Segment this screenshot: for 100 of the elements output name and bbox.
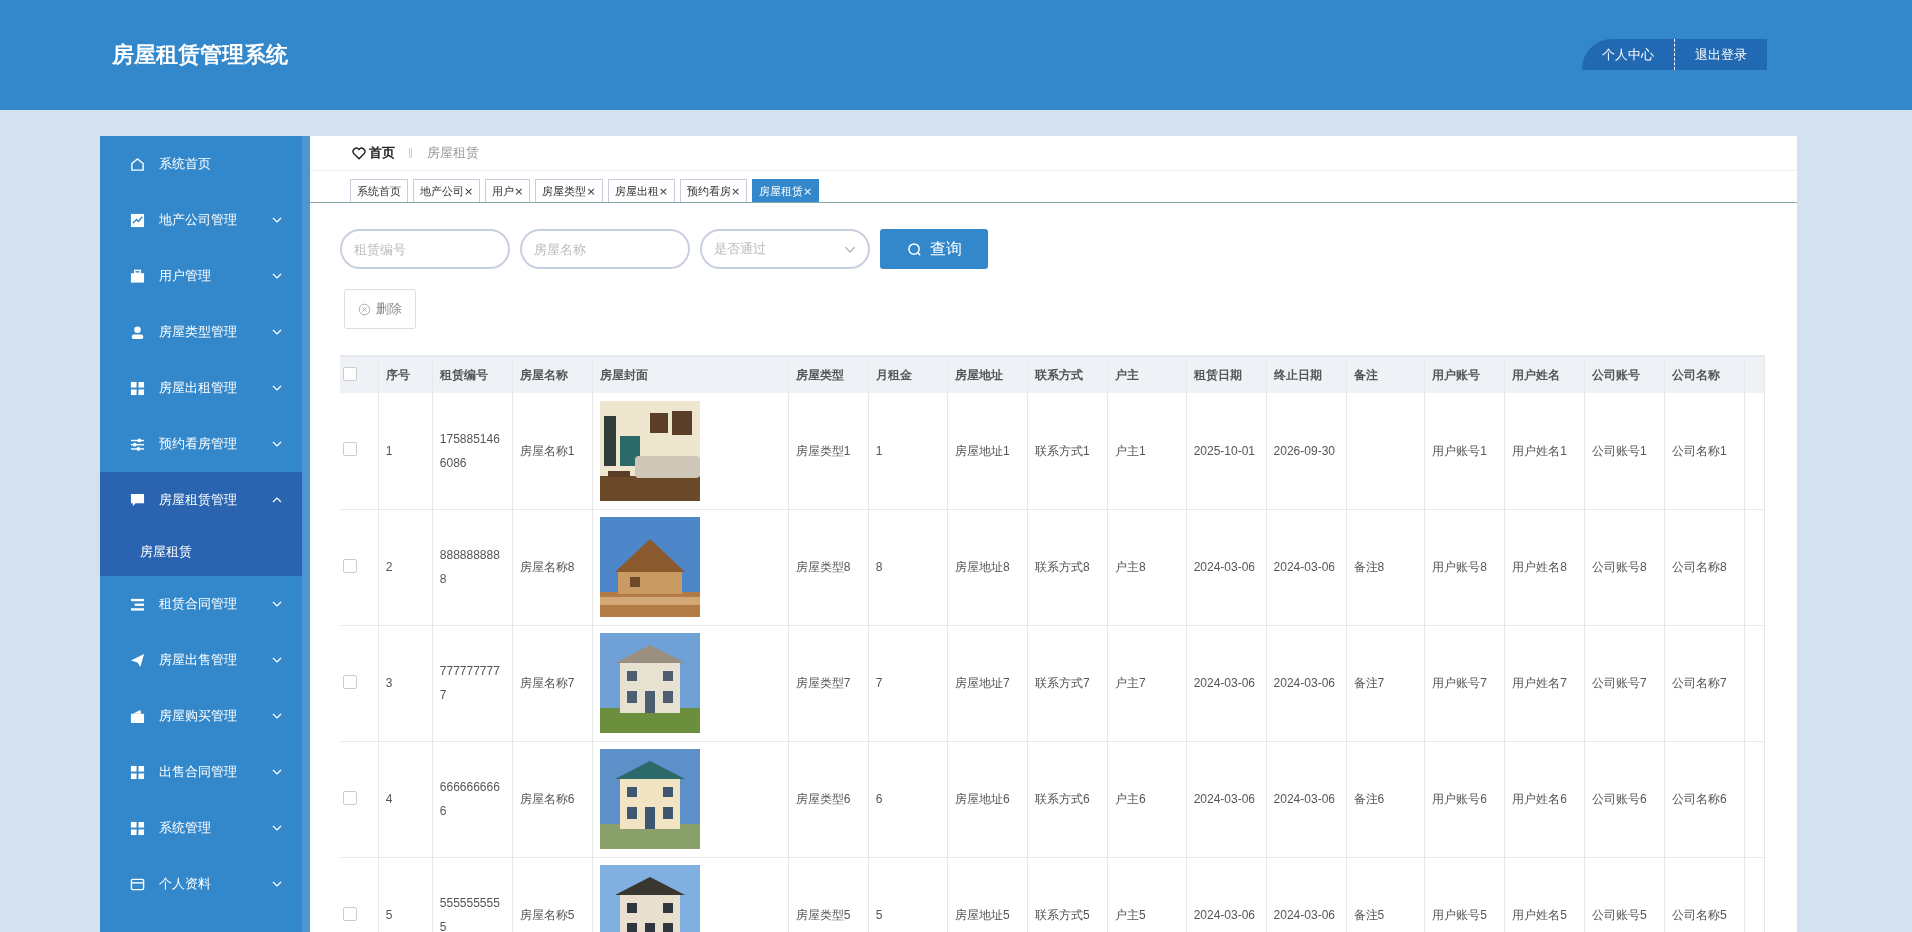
sidebar-item[interactable]: 地产公司管理 [100,192,302,248]
table-cell-text: 2024-03-06 [1193,791,1255,808]
column-header: 月租金 [875,367,912,382]
table-cell-text: 5 [385,907,393,924]
chart-icon [130,212,145,228]
table-cell-text: 4 [385,791,393,808]
close-icon[interactable]: × [803,184,813,198]
sidebar-item[interactable]: 房屋租赁管理 [100,472,302,528]
close-icon[interactable]: × [586,184,596,198]
tab[interactable]: 房屋出租× [607,179,675,202]
sidebar-item[interactable]: 房屋购买管理 [100,688,302,744]
tab[interactable]: 用户× [485,179,531,202]
table-cell-text: 2024-03-06 [1193,559,1255,576]
tab[interactable]: 房屋类型× [535,179,603,202]
grid-icon [130,820,145,836]
checkbox[interactable] [343,366,357,381]
table-cell-text: 公司账号7 [1592,675,1647,692]
sidebar-item[interactable]: 房屋出售管理 [100,632,302,688]
close-icon[interactable]: × [464,184,474,198]
app-title: 房屋租赁管理系统 [112,41,288,69]
table-cell-text: 房屋类型7 [795,675,851,692]
checkbox[interactable] [343,790,357,805]
column-header: 户主 [1115,367,1140,382]
column-header: 序号 [385,367,410,382]
sidebar-item[interactable]: 个人资料 [100,856,302,912]
sidebar-item[interactable]: 房屋类型管理 [100,304,302,360]
sidebar-subitem[interactable]: 房屋租赁 [100,528,302,576]
sidebar-item[interactable]: 租赁合同管理 [100,576,302,632]
column-header: 用户账号 [1432,367,1481,382]
close-icon[interactable]: × [658,184,668,198]
column-header: 终止日期 [1273,367,1322,382]
checkbox[interactable] [343,558,357,573]
sidebar-item[interactable]: 系统管理 [100,800,302,856]
table-cell-text: 用户姓名8 [1512,559,1567,576]
table-cell-text: 6666666666 [439,779,501,820]
search-button[interactable]: 查询 [880,229,988,269]
search-icon [906,241,922,257]
tab[interactable]: 地产公司× [413,179,481,202]
table-cell-text: 房屋名称6 [519,791,575,808]
table-cell-text: 2024-03-06 [1273,559,1335,576]
table-cell-text: 房屋名称8 [519,559,575,576]
table-cell-text: 8 [875,559,883,576]
paper-plane-icon [130,652,145,668]
checkbox[interactable] [343,442,357,457]
close-icon[interactable]: × [730,184,741,198]
checkbox[interactable] [343,674,357,689]
table-cell-text: 备注7 [1353,675,1385,692]
grid-icon [130,764,145,780]
checkbox[interactable] [343,906,357,921]
table-cell-text: 用户姓名5 [1512,907,1567,924]
tab[interactable]: 系统首页 [350,179,408,202]
table-cell-text: 房屋类型6 [795,791,851,808]
close-icon[interactable]: × [514,184,524,198]
table-cell-text: 联系方式7 [1035,675,1090,692]
table-cell-text: 用户账号1 [1432,442,1487,460]
table-cell-text: 房屋类型5 [795,907,851,924]
table-cell-text: 用户姓名7 [1512,675,1567,692]
heart-icon [352,146,366,160]
table-cell-text: 房屋类型8 [795,559,851,576]
status-select[interactable]: 是否通过 [700,229,870,269]
table-cell-text: 公司账号8 [1592,559,1647,576]
sidebar-item[interactable]: 用户管理 [100,248,302,304]
table-cell-text: 房屋地址7 [955,675,1010,692]
column-header: 公司账号 [1592,367,1641,382]
table-cell-text: 公司名称5 [1672,907,1727,924]
table-cell-text: 2024-03-06 [1273,791,1335,808]
sidebar-item[interactable]: 系统首页 [100,136,302,192]
table-cell-text: 2024-03-06 [1193,907,1255,924]
table-cell-text: 用户账号6 [1432,791,1487,808]
table-cell-text: 联系方式6 [1035,791,1090,808]
table-cell-text: 户主7 [1115,675,1146,692]
table-cell-text: 用户账号5 [1432,907,1487,924]
delete-button[interactable]: 删除 [344,289,416,329]
table-cell-text: 3 [385,675,393,692]
table-cell-text: 房屋地址5 [955,907,1010,924]
table-cell-text: 公司名称1 [1672,442,1727,460]
sidebar-item[interactable]: 出售合同管理 [100,744,302,800]
table-cell-text: 用户姓名6 [1512,791,1567,808]
column-header: 租赁编号 [439,367,488,382]
table-cell-text: 用户姓名1 [1512,442,1567,460]
table-cell-text: 户主6 [1115,791,1146,808]
sidebar-item[interactable]: 预约看房管理 [100,416,302,472]
tab[interactable]: 预约看房× [679,179,748,202]
table-cell-text: 5555555555 [439,895,501,932]
breadcrumb-link[interactable]: 首页 [369,144,395,162]
tab[interactable]: 房屋租赁× [752,179,820,202]
table-cell-text: 房屋名称7 [519,675,575,692]
column-header: 房屋名称 [519,367,568,382]
search-field[interactable]: 租赁编号 [340,229,510,269]
table-cell-text: 1 [385,442,393,460]
search-field[interactable]: 房屋名称 [520,229,690,269]
logout-button[interactable]: 退出登录 [1675,39,1767,70]
table-cell-text: 房屋地址8 [955,559,1010,576]
profile-link[interactable]: 个人中心 [1582,39,1675,70]
close-circle-icon [358,302,371,316]
chevron-icon [844,245,856,253]
sidebar-item[interactable]: 房屋出租管理 [100,360,302,416]
column-header: 联系方式 [1035,367,1084,382]
table-cell-text: 6 [875,791,883,808]
card-icon [130,876,145,892]
